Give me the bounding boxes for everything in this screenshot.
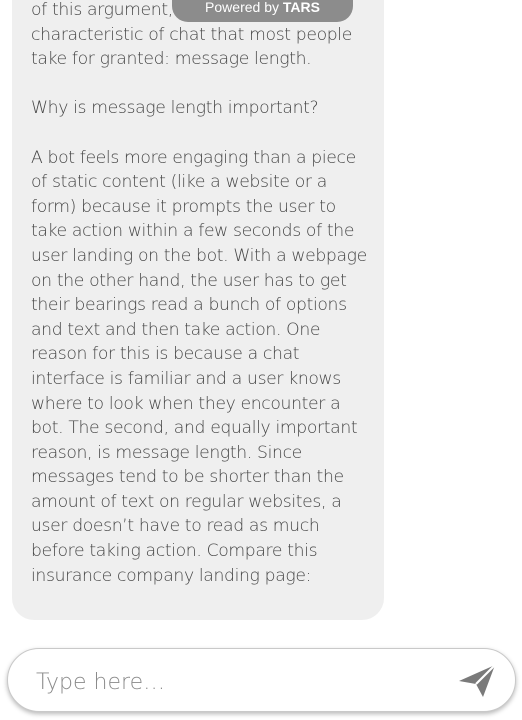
- paper-plane-icon: [459, 664, 496, 697]
- bot-message-bubble: of this argument, I will examine one cha…: [12, 0, 384, 620]
- message-input[interactable]: [34, 661, 438, 703]
- message-composer: [7, 648, 516, 712]
- powered-by-badge[interactable]: Powered by TARS: [172, 0, 353, 22]
- send-button[interactable]: [457, 662, 497, 700]
- brand-name: TARS: [282, 0, 320, 15]
- powered-by-label: Powered by: [205, 0, 279, 15]
- chat-view: of this argument, I will examine one cha…: [0, 0, 522, 640]
- bot-message-text: of this argument, I will examine one cha…: [31, 0, 367, 586]
